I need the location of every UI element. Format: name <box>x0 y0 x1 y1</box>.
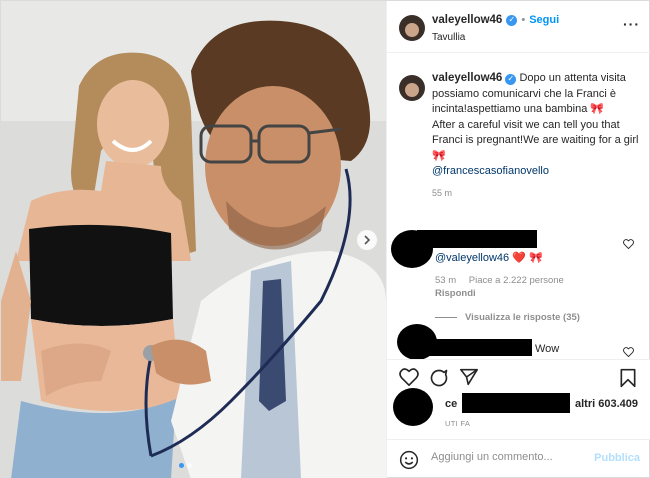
redacted-username <box>417 230 537 248</box>
like-heart-icon[interactable] <box>399 368 419 386</box>
actions-section: ce altri 603.409 UTI FA <box>387 359 650 439</box>
verified-badge-icon: ✓ <box>505 73 517 85</box>
caption-avatar[interactable] <box>399 75 425 101</box>
caption-username[interactable]: valeyellow46 <box>432 72 502 84</box>
photo-illustration <box>1 1 386 478</box>
redacted-avatar <box>393 388 433 426</box>
like-comment-icon[interactable] <box>623 347 634 357</box>
verified-badge-icon: ✓ <box>506 14 518 26</box>
post-time-ago[interactable]: UTI FA <box>445 419 470 428</box>
comment-likes[interactable]: Piace a 2.222 persone <box>469 275 564 286</box>
post-header: valeyellow46 ✓ • Segui Tavullia ··· <box>387 1 650 53</box>
avatar[interactable] <box>399 15 425 41</box>
carousel-dot <box>187 463 192 468</box>
location-link[interactable]: Tavullia <box>432 32 465 43</box>
save-bookmark-icon[interactable] <box>619 368 637 388</box>
comment-body[interactable]: @valeyellow46 ❤️ 🎀 <box>435 252 543 264</box>
view-replies-button[interactable]: Visualizza le risposte (35) <box>435 312 580 323</box>
like-comment-icon[interactable] <box>623 239 634 249</box>
comment-bubble-icon[interactable] <box>429 368 449 388</box>
redacted-liker <box>462 393 570 413</box>
caption-mention[interactable]: @francescasofianovello <box>432 165 549 177</box>
share-direct-icon[interactable] <box>459 368 479 386</box>
likes-count: altri 603.409 <box>575 398 638 410</box>
add-comment-bar: Pubblica <box>387 439 650 478</box>
carousel-indicator <box>179 463 192 468</box>
follow-button[interactable]: Segui <box>529 14 559 26</box>
reply-button[interactable]: Rispondi <box>435 288 476 299</box>
redacted-username <box>417 339 532 356</box>
caption-english: After a careful visit we can tell you th… <box>432 118 639 162</box>
emoji-icon[interactable] <box>399 450 419 470</box>
chevron-right-icon <box>364 235 371 245</box>
comment-input[interactable] <box>431 451 591 463</box>
publish-button[interactable]: Pubblica <box>594 452 640 464</box>
likes-summary[interactable]: ce altri 603.409 <box>445 398 638 410</box>
separator-dot: • <box>521 14 526 26</box>
post-photo[interactable] <box>1 1 386 478</box>
next-photo-button[interactable] <box>357 230 377 250</box>
replies-line <box>435 317 457 318</box>
caption: valeyellow46 ✓ Dopo un attenta visita po… <box>399 71 644 198</box>
username-link[interactable]: valeyellow46 <box>432 14 502 26</box>
view-replies-label: Visualizza le risposte (35) <box>465 312 580 323</box>
comment-text: @valeyellow46 ❤️ 🎀 <box>435 251 543 264</box>
caption-timestamp[interactable]: 55 m <box>432 188 644 198</box>
comment-text: Wow <box>535 343 560 355</box>
likes-prefix: ce <box>445 398 458 410</box>
caption-text: valeyellow46 ✓ Dopo un attenta visita po… <box>432 71 644 180</box>
instagram-post: valeyellow46 ✓ • Segui Tavullia ··· vale… <box>0 0 650 478</box>
comment-meta: 53 m Piace a 2.222 persone <box>435 275 574 286</box>
post-sidebar: valeyellow46 ✓ • Segui Tavullia ··· vale… <box>386 1 650 478</box>
more-options-icon[interactable]: ··· <box>623 16 640 32</box>
carousel-dot-active <box>179 463 184 468</box>
header-user: valeyellow46 ✓ • Segui <box>432 14 559 26</box>
comment-time[interactable]: 53 m <box>435 275 456 286</box>
